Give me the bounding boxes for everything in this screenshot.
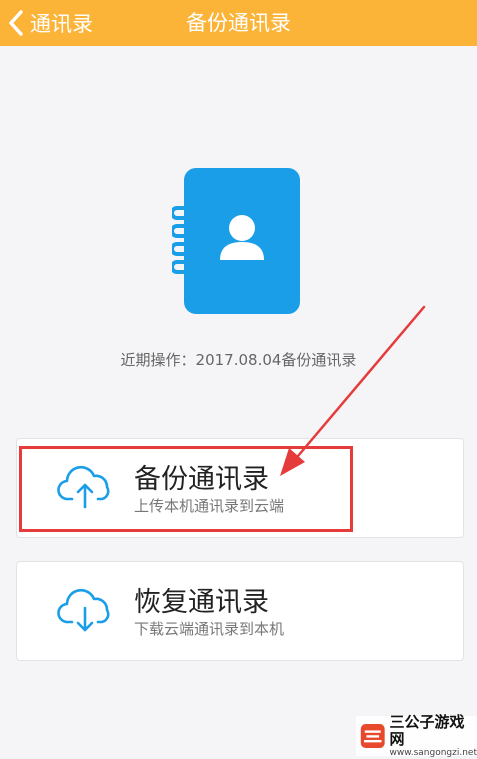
nav-bar: 通讯录 备份通讯录 bbox=[0, 0, 477, 46]
backup-contacts-button[interactable]: 备份通讯录 上传本机通讯录到云端 bbox=[16, 438, 464, 538]
backup-description: 上传本机通讯录到云端 bbox=[134, 497, 285, 515]
contacts-book-icon bbox=[172, 168, 300, 314]
back-button[interactable]: 通讯录 bbox=[8, 6, 93, 40]
chevron-left-icon bbox=[9, 10, 23, 36]
backup-label: 备份通讯录 bbox=[134, 464, 269, 495]
restore-description: 下载云端通讯录到本机 bbox=[134, 620, 285, 638]
cloud-download-icon bbox=[57, 588, 110, 632]
restore-label: 恢复通讯录 bbox=[134, 587, 269, 618]
watermark-logo-icon bbox=[360, 724, 385, 748]
cloud-upload-icon bbox=[57, 465, 110, 509]
watermark-name: 三公子游戏网 bbox=[389, 712, 465, 748]
recent-operation-text: 近期操作：2017.08.04备份通讯录 bbox=[120, 351, 357, 369]
back-label: 通讯录 bbox=[30, 12, 93, 36]
watermark: 三公子游戏网 www.sangongzi.net bbox=[356, 712, 477, 758]
restore-contacts-button[interactable]: 恢复通讯录 下载云端通讯录到本机 bbox=[16, 561, 464, 661]
watermark-url: www.sangongzi.net bbox=[389, 747, 477, 758]
